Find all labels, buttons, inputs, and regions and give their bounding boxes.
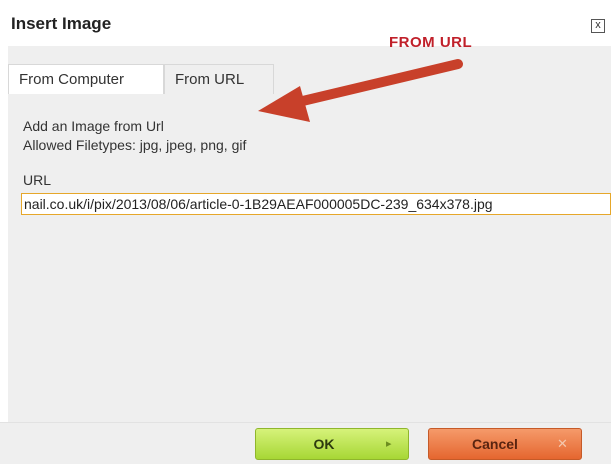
tab-from-computer[interactable]: From Computer [8, 64, 164, 94]
x-icon: ✕ [557, 436, 568, 451]
url-input[interactable] [21, 193, 611, 215]
info-text-filetypes: Allowed Filetypes: jpg, jpeg, png, gif [23, 137, 247, 153]
ok-button[interactable]: OK ▸ [255, 428, 409, 460]
insert-image-dialog: Insert Image x FROM URL From Computer Fr… [0, 0, 611, 464]
annotation-label: FROM URL [389, 34, 473, 51]
triangle-right-icon: ▸ [386, 438, 392, 450]
close-button[interactable]: x [591, 19, 605, 33]
left-edge [0, 46, 8, 422]
tab-from-url[interactable]: From URL [164, 64, 274, 94]
url-field-label: URL [23, 172, 52, 188]
dialog-titlebar: Insert Image x FROM URL [0, 0, 611, 51]
cancel-button-label: Cancel [472, 436, 518, 452]
cancel-button[interactable]: Cancel ✕ [428, 428, 582, 460]
ok-button-label: OK [313, 436, 335, 452]
dialog-title: Insert Image [11, 14, 112, 33]
tab-from-computer-label: From Computer [19, 71, 125, 88]
info-text-heading: Add an Image from Url [23, 118, 164, 134]
tab-from-url-label: From URL [175, 71, 245, 88]
